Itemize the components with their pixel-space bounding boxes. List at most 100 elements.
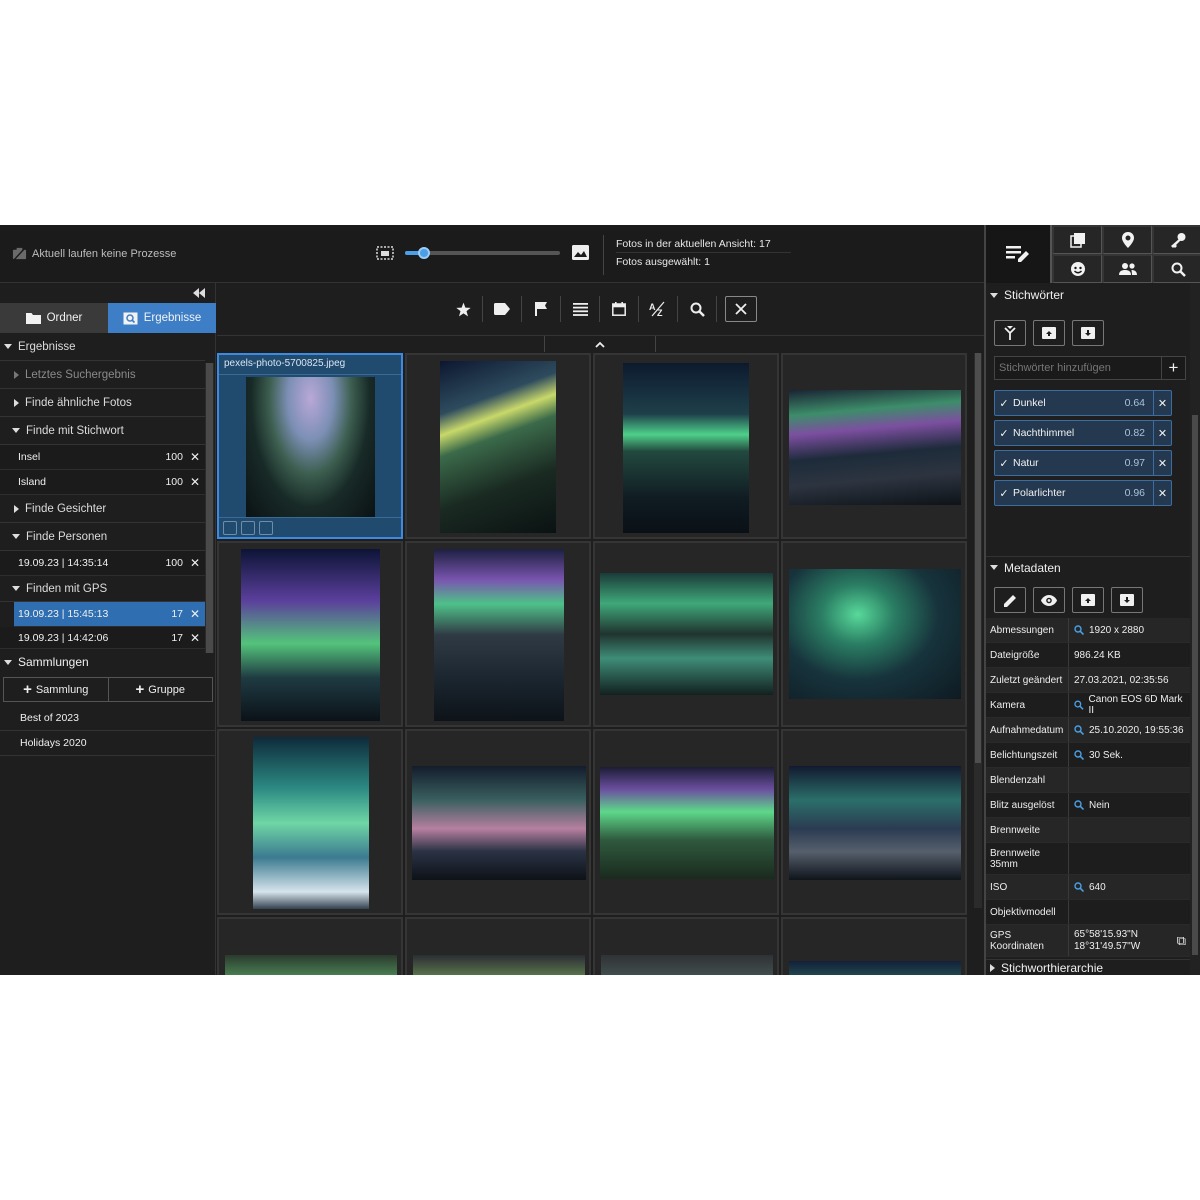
photo-tile[interactable]	[405, 917, 591, 975]
search-icon[interactable]	[1074, 700, 1084, 710]
label-filter-button[interactable]	[483, 296, 522, 322]
merge-keywords-button[interactable]	[994, 320, 1026, 346]
photo-tile[interactable]	[593, 353, 779, 539]
photo-tile[interactable]	[593, 541, 779, 727]
add-group-button[interactable]: + Gruppe	[109, 678, 213, 701]
zoom-out-icon[interactable]	[376, 245, 394, 261]
remove-keyword-icon[interactable]: ✕	[1153, 421, 1171, 445]
collection-item[interactable]: Holidays 2020	[0, 731, 216, 756]
photo-tile[interactable]	[781, 541, 967, 727]
metadata-header[interactable]: Metadaten	[986, 556, 1191, 578]
collection-item[interactable]: Best of 2023	[0, 706, 216, 731]
copy-keywords-button[interactable]	[1033, 320, 1065, 346]
results-scrollbar[interactable]	[205, 363, 214, 653]
rating-filter-button[interactable]	[444, 296, 483, 322]
keyword-chip[interactable]: ✓ Natur 0.97 ✕	[994, 450, 1172, 476]
flag-filter-button[interactable]	[522, 296, 561, 322]
photo-tile[interactable]	[405, 541, 591, 727]
edit-icon[interactable]	[241, 521, 255, 535]
scrollbar-thumb[interactable]	[206, 363, 213, 653]
results-tree: Ergebnisse Letztes Suchergebnis Finde äh…	[0, 333, 205, 649]
keywords-header[interactable]: Stichwörter	[986, 284, 1200, 306]
photo-tile-selected[interactable]: pexels-photo-5700825.jpeg	[217, 353, 403, 539]
right-scrollbar[interactable]	[1190, 283, 1200, 975]
collapse-toolbar-button[interactable]	[544, 336, 656, 352]
faces-item[interactable]: Finde Gesichter	[0, 495, 205, 523]
remove-keyword-icon[interactable]: ✕	[1153, 391, 1171, 415]
photo-tile[interactable]	[217, 729, 403, 915]
scrollbar-thumb[interactable]	[975, 353, 981, 763]
show-metadata-button[interactable]	[1033, 587, 1065, 613]
photo-thumbnail	[440, 361, 556, 533]
remove-icon[interactable]: ✕	[190, 631, 200, 645]
results-header[interactable]: Ergebnisse	[0, 333, 205, 361]
remove-icon[interactable]: ✕	[190, 556, 200, 570]
paste-keywords-button[interactable]	[1072, 320, 1104, 346]
add-collection-button[interactable]: + Sammlung	[4, 678, 109, 701]
keyword-chip[interactable]: ✓ Polarlichter 0.96 ✕	[994, 480, 1172, 506]
flag-icon[interactable]	[259, 521, 273, 535]
search-filter-button[interactable]	[678, 296, 717, 322]
edit-metadata-button[interactable]	[986, 225, 1052, 283]
add-keyword-button[interactable]: +	[1161, 356, 1185, 380]
list-view-button[interactable]	[561, 296, 600, 322]
collections-header[interactable]: Sammlungen	[0, 651, 216, 673]
remove-icon[interactable]: ✕	[190, 450, 200, 464]
photo-tile[interactable]	[593, 729, 779, 915]
person-result-row[interactable]: 19.09.23 | 14:35:14 100 ✕	[0, 551, 205, 576]
zoom-slider[interactable]	[405, 247, 560, 259]
metadata-key: Belichtungszeit	[986, 743, 1069, 767]
zoom-in-icon[interactable]	[571, 244, 590, 261]
photo-tile[interactable]	[781, 353, 967, 539]
search-icon[interactable]	[1074, 750, 1084, 760]
location-button[interactable]	[1102, 225, 1152, 254]
keyword-chip[interactable]: ✓ Dunkel 0.64 ✕	[994, 390, 1172, 416]
remove-keyword-icon[interactable]: ✕	[1153, 451, 1171, 475]
gps-item[interactable]: Finden mit GPS	[0, 576, 205, 602]
photo-tile[interactable]	[781, 729, 967, 915]
persons-button[interactable]	[1102, 254, 1152, 283]
scrollbar-thumb[interactable]	[1192, 415, 1198, 955]
export-metadata-button[interactable]	[1072, 587, 1104, 613]
keyword-result-row[interactable]: Insel 100 ✕	[0, 445, 205, 470]
faces-button[interactable]	[1052, 254, 1102, 283]
keyword-result-row[interactable]: Island 100 ✕	[0, 470, 205, 495]
keyword-hierarchy-header[interactable]: Stichworthierarchie	[986, 959, 1191, 975]
photo-tile[interactable]	[405, 729, 591, 915]
persons-item[interactable]: Finde Personen	[0, 523, 205, 551]
collapse-panel-icon[interactable]	[193, 288, 205, 298]
search-panel-button[interactable]	[1152, 254, 1200, 283]
tagging-button[interactable]	[1152, 225, 1200, 254]
gps-result-row[interactable]: 19.09.23 | 14:42:06 17 ✕	[0, 627, 205, 649]
clear-filters-button[interactable]	[725, 296, 757, 322]
gps-result-row[interactable]: 19.09.23 | 15:45:13 17 ✕	[14, 602, 205, 627]
search-icon[interactable]	[1074, 725, 1084, 735]
last-search-item[interactable]: Letztes Suchergebnis	[0, 361, 205, 389]
photo-tile[interactable]	[781, 917, 967, 975]
sort-button[interactable]: AZ	[639, 296, 678, 322]
similar-photos-item[interactable]: Finde ähnliche Fotos	[0, 389, 205, 417]
remove-keyword-icon[interactable]: ✕	[1153, 481, 1171, 505]
reject-icon[interactable]	[223, 521, 237, 535]
open-map-icon[interactable]: ⧉	[1177, 933, 1186, 949]
remove-icon[interactable]: ✕	[190, 475, 200, 489]
keyword-input[interactable]	[995, 357, 1161, 379]
edit-metadata-button[interactable]	[994, 587, 1026, 613]
search-icon[interactable]	[1074, 882, 1084, 892]
duplicates-button[interactable]	[1052, 225, 1102, 254]
photo-tile[interactable]	[405, 353, 591, 539]
zoom-slider-knob[interactable]	[417, 247, 430, 259]
photo-tile[interactable]	[217, 917, 403, 975]
photo-tile[interactable]	[217, 541, 403, 727]
tab-ergebnisse[interactable]: Ergebnisse	[108, 303, 216, 333]
keyword-search-item[interactable]: Finde mit Stichwort	[0, 417, 205, 445]
search-icon[interactable]	[1074, 625, 1084, 635]
photo-tile[interactable]	[593, 917, 779, 975]
remove-icon[interactable]: ✕	[190, 607, 200, 621]
grid-scrollbar[interactable]	[974, 353, 982, 908]
tab-ordner[interactable]: Ordner	[0, 303, 108, 333]
search-icon[interactable]	[1074, 800, 1084, 810]
import-metadata-button[interactable]	[1111, 587, 1143, 613]
date-filter-button[interactable]	[600, 296, 639, 322]
keyword-chip[interactable]: ✓ Nachthimmel 0.82 ✕	[994, 420, 1172, 446]
